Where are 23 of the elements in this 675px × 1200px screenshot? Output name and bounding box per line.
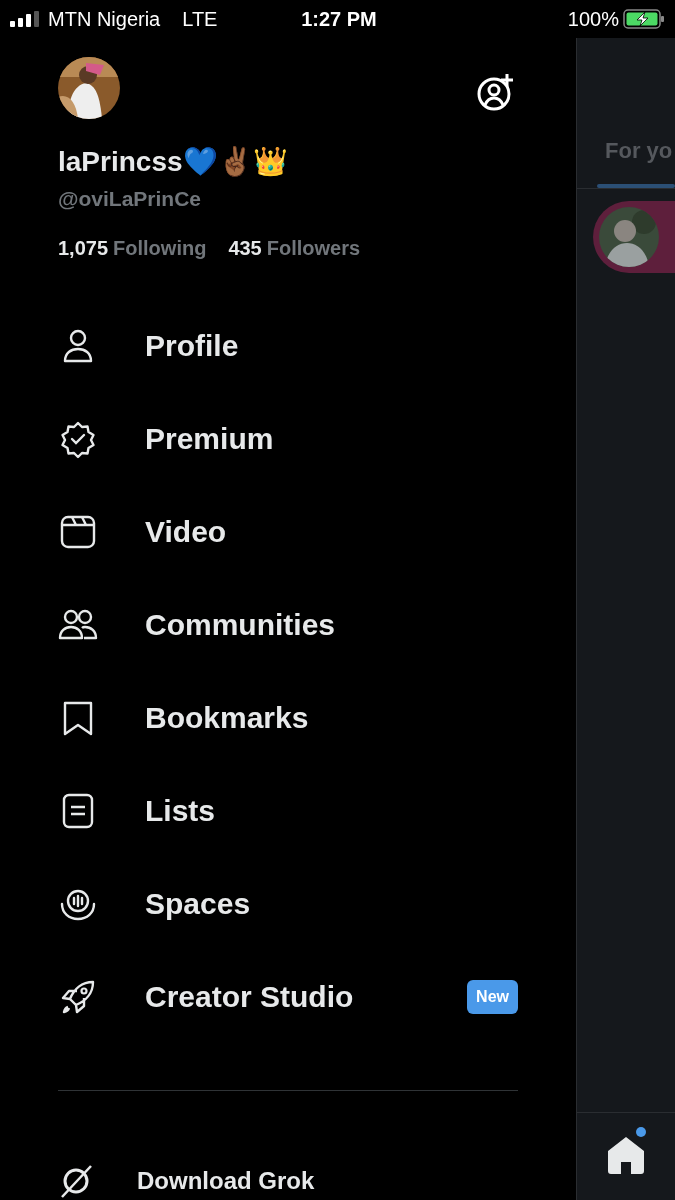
add-account-icon[interactable]	[476, 72, 516, 112]
slashed-circle-icon	[58, 1163, 94, 1199]
display-name: laPrincss💙✌🏾👑	[58, 145, 289, 179]
menu-item[interactable]: Creator Studio	[145, 979, 354, 1014]
carrier-name: MTN Nigeria	[48, 7, 161, 31]
menu-item[interactable]: Profile	[145, 328, 239, 363]
followers-link[interactable]: 435 Followers	[228, 233, 361, 263]
following-link[interactable]: 1,075 Following	[58, 233, 207, 263]
signal-icon	[10, 11, 40, 27]
menu-item[interactable]: Bookmarks	[145, 700, 309, 735]
network-type: LTE	[182, 7, 218, 31]
story-pill[interactable]	[593, 201, 675, 273]
menu-item[interactable]: Communities	[145, 607, 336, 642]
menu-item[interactable]: Spaces	[145, 886, 251, 921]
menu-item[interactable]: Premium	[145, 421, 274, 456]
battery-percent: 100%	[567, 7, 619, 31]
battery-icon	[623, 9, 665, 29]
menu-item[interactable]: Video	[145, 514, 227, 549]
download-grok-link[interactable]: Download Grok	[137, 1167, 315, 1195]
status-time: 1:27 PM	[300, 7, 378, 31]
new-badge: New	[467, 979, 518, 1014]
username: @oviLaPrinCe	[58, 186, 202, 212]
menu-item[interactable]: Lists	[145, 793, 216, 828]
